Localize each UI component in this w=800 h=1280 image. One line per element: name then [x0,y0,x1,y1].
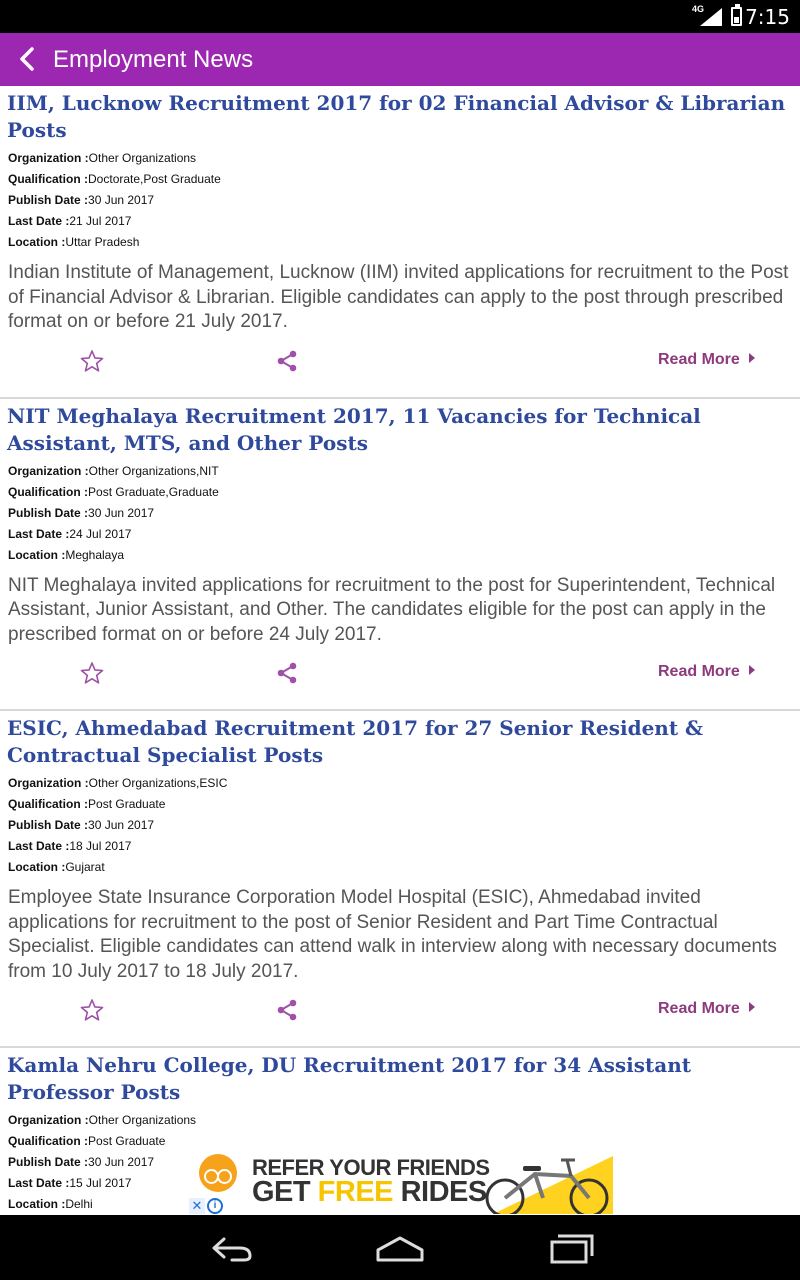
clock: 7:15 [745,5,790,29]
nav-back-icon[interactable] [202,1230,258,1266]
share-icon[interactable] [275,661,299,685]
meta-publish-date: Publish Date :30 Jun 2017 [8,505,155,520]
nav-home-icon[interactable] [372,1230,428,1266]
read-more-button[interactable]: Read More [658,1000,755,1018]
meta-qualification: Qualification :Post Graduate,Graduate [8,484,219,499]
battery-icon [731,4,742,26]
star-icon[interactable] [80,349,104,373]
article-summary: Employee State Insurance Corporation Mod… [8,887,777,982]
share-icon[interactable] [275,998,299,1022]
share-icon[interactable] [275,349,299,373]
meta-organization: Organization :Other Organizations,NIT [8,463,219,478]
article-summary: Indian Institute of Management, Lucknow … [8,262,789,332]
article-meta: Organization :Other Organizations,ESIC Q… [8,773,800,878]
meta-location: Location :Meghalaya [8,547,125,562]
ad-close-icon[interactable]: ✕ [189,1198,205,1214]
meta-last-date: Last Date :21 Jul 2017 [8,214,132,228]
article-title[interactable]: IIM, Lucknow Recruitment 2017 for 02 Fin… [7,90,792,144]
article-meta: Organization :Other Organizations Qualif… [8,148,800,253]
meta-publish-date: Publish Date :30 Jun 2017 [8,193,155,207]
bicycle-logo-icon [199,1154,237,1192]
back-arrow-icon[interactable] [14,45,42,73]
article-title[interactable]: NIT Meghalaya Recruitment 2017, 11 Vacan… [7,403,792,457]
meta-organization: Organization :Other Organizations [8,151,197,165]
article-card[interactable]: ESIC, Ahmedabad Recruitment 2017 for 27 … [0,715,800,1048]
read-more-button[interactable]: Read More [658,663,755,681]
star-icon[interactable] [80,998,104,1022]
article-summary: NIT Meghalaya invited applications for r… [8,574,776,645]
article-title[interactable]: ESIC, Ahmedabad Recruitment 2017 for 27 … [7,715,792,769]
caret-right-icon [748,352,755,363]
read-more-button[interactable]: Read More [658,351,755,369]
signal-icon [700,8,722,26]
article-meta: Organization :Other Organizations,NIT Qu… [8,461,800,566]
page-title: Employment News [53,46,254,73]
meta-qualification: Qualification :Doctorate,Post Graduate [8,172,221,186]
article-actions: Read More [0,335,800,397]
meta-qualification: Qualification :Post Graduate [8,1134,166,1148]
star-icon[interactable] [80,661,104,685]
nav-recents-icon[interactable] [544,1230,600,1266]
caret-right-icon [748,1002,755,1012]
status-bar: 4G 7:15 [0,0,800,33]
meta-qualification: Qualification :Post Graduate [8,797,166,811]
meta-organization: Organization :Other Organizations [8,1113,197,1127]
meta-last-date: Last Date :18 Jul 2017 [8,839,132,853]
ad-info-icon[interactable]: i [207,1198,223,1214]
article-actions: Read More [0,984,800,1046]
bicycle-icon [485,1158,609,1214]
article-card[interactable]: NIT Meghalaya Recruitment 2017, 11 Vacan… [0,403,800,711]
navigation-bar [0,1215,800,1280]
article-list[interactable]: IIM, Lucknow Recruitment 2017 for 02 Fin… [0,86,800,1215]
article-title[interactable]: Kamla Nehru College, DU Recruitment 2017… [7,1052,792,1106]
article-card[interactable]: IIM, Lucknow Recruitment 2017 for 02 Fin… [0,90,800,399]
ad-banner[interactable]: REFER YOUR FRIENDS GET FREE RIDES ✕ i [189,1152,613,1214]
meta-location: Location :Uttar Pradesh [8,235,140,249]
meta-location: Location :Gujarat [8,860,105,874]
ad-subheadline: GET FREE RIDES [252,1176,487,1208]
app-bar: Employment News [0,33,800,86]
meta-organization: Organization :Other Organizations,ESIC [8,776,228,790]
article-actions: Read More [0,647,800,709]
meta-publish-date: Publish Date :30 Jun 2017 [8,818,155,832]
caret-right-icon [748,665,755,675]
meta-last-date: Last Date :24 Jul 2017 [8,526,132,541]
